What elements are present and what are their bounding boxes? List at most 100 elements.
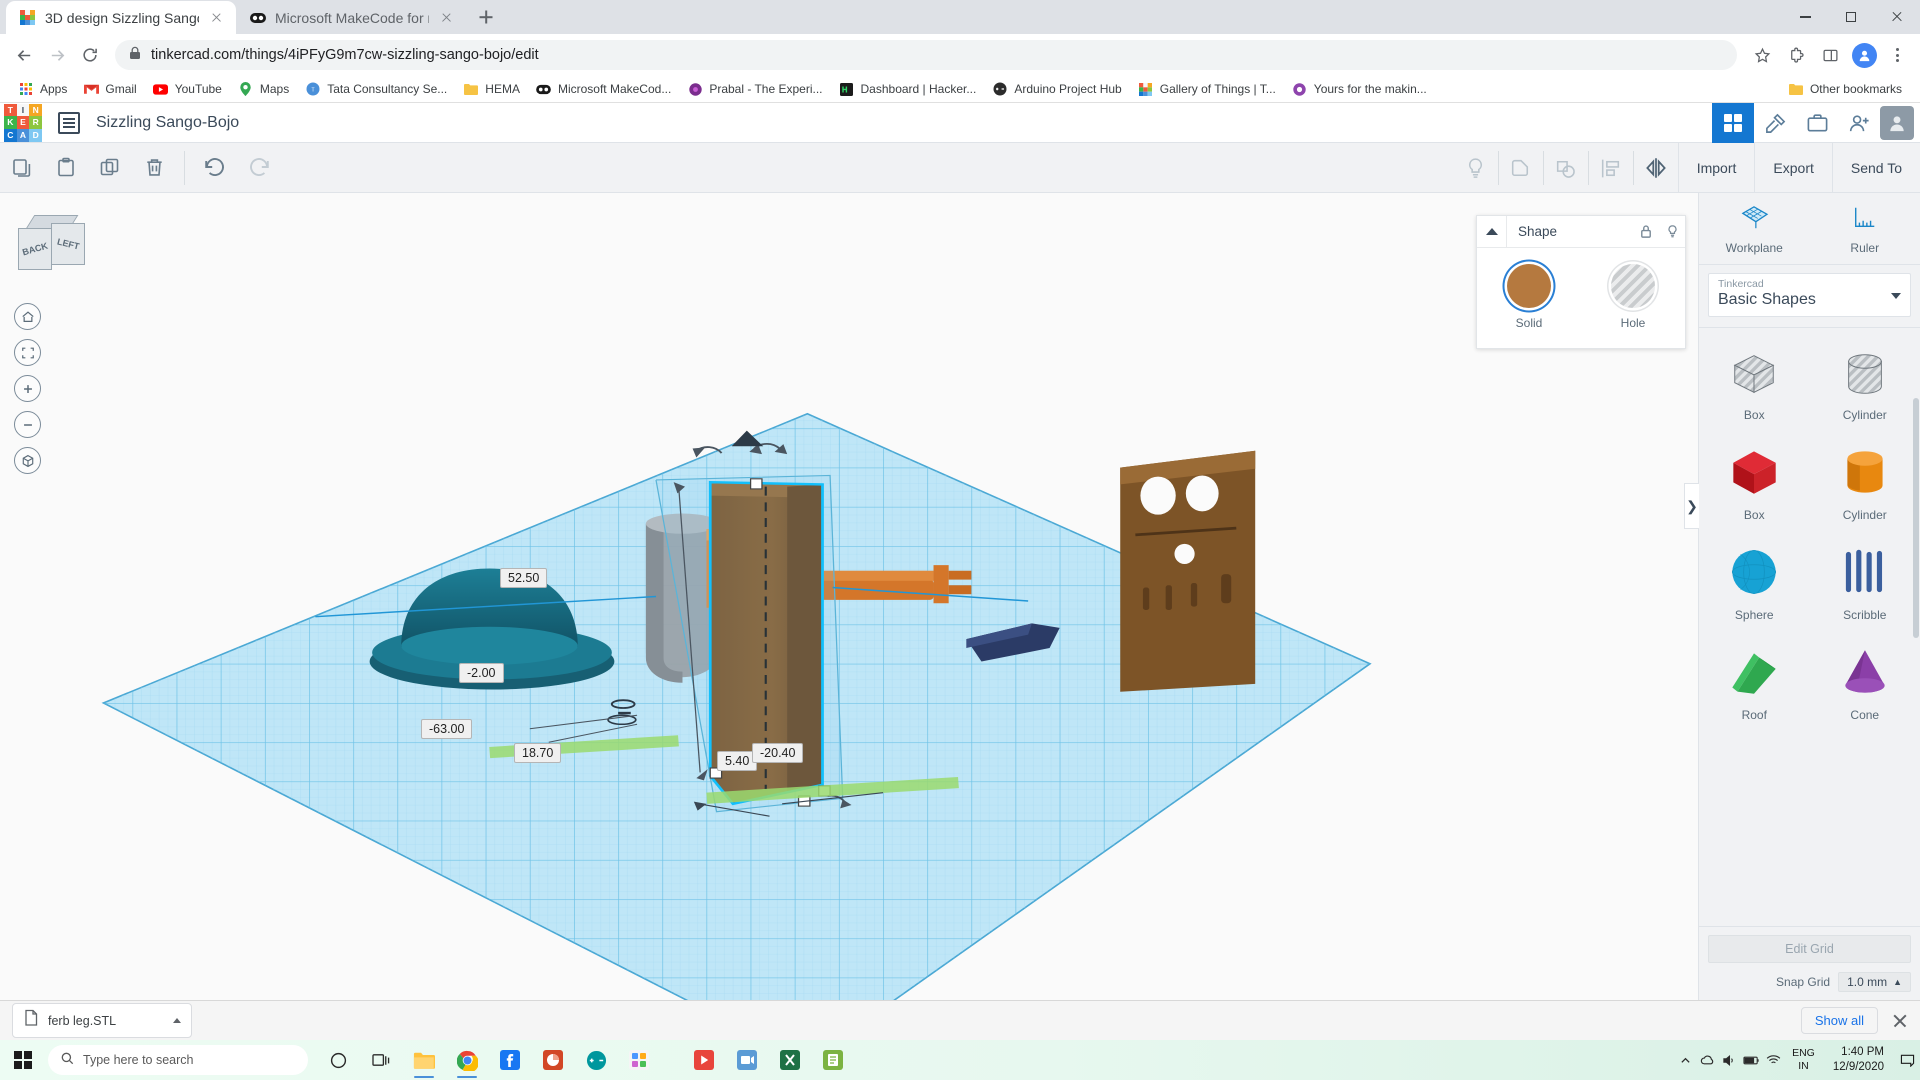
task-view-icon[interactable] [361,1040,401,1080]
taskbar-app-arduino[interactable] [576,1040,616,1080]
close-icon[interactable] [438,9,455,26]
align-icon[interactable] [1591,148,1631,188]
bookmark-gallery[interactable]: Gallery of Things | T... [1130,78,1284,100]
tinkercad-logo-icon[interactable]: T I N K E R C A D [4,103,42,142]
import-button[interactable]: Import [1677,143,1755,193]
nav-gallery-button[interactable] [1796,103,1838,143]
fit-view-icon[interactable] [14,339,41,366]
3d-canvas[interactable]: BACK LEFT 52.50 -2.00 -63.00 18.70 5.40 … [0,193,1698,1000]
taskbar-app-file-explorer[interactable] [404,1040,444,1080]
nav-designs-button[interactable] [1712,103,1754,143]
language-indicator[interactable]: ENG IN [1784,1047,1823,1073]
cortana-circle-icon[interactable] [318,1040,358,1080]
zoom-out-icon[interactable] [14,411,41,438]
ungroup-shapes-icon[interactable] [1546,148,1586,188]
mirror-icon[interactable] [1636,148,1676,188]
shape-item-box[interactable]: Box [1699,430,1810,530]
speaker-icon[interactable] [1718,1040,1740,1080]
close-window-button[interactable] [1874,0,1920,34]
maximize-button[interactable] [1828,0,1874,34]
library-selector[interactable]: Tinkercad Basic Shapes [1708,273,1911,317]
zoom-in-icon[interactable] [14,375,41,402]
taskbar-app-notes[interactable] [813,1040,853,1080]
browser-tab-1[interactable]: Microsoft MakeCode for micro:bi [236,1,466,34]
home-icon[interactable] [14,303,41,330]
dimension-label-1[interactable]: -2.00 [459,663,504,683]
snap-grid-selector[interactable]: 1.0 mm ▲ [1838,972,1911,992]
avatar[interactable] [1880,106,1914,140]
bookmark-hema[interactable]: HEMA [455,78,528,100]
sidebar-scrollbar[interactable] [1913,398,1919,638]
wifi-icon[interactable] [1762,1040,1784,1080]
bookmark-prabal[interactable]: Prabal - The Experi... [679,78,830,100]
show-all-downloads-button[interactable]: Show all [1800,1007,1878,1034]
split-screen-icon[interactable] [1815,40,1845,70]
redo-icon[interactable] [239,148,279,188]
lightbulb-icon[interactable] [1659,216,1685,248]
bookmark-arduino[interactable]: Arduino Project Hub [984,78,1129,100]
taskbar-app-video-editor[interactable] [727,1040,767,1080]
solid-swatch[interactable] [1507,264,1551,308]
trash-icon[interactable] [134,148,174,188]
chevron-up-icon[interactable] [173,1018,181,1023]
clock[interactable]: 1:40 PM 12/9/2020 [1823,1045,1894,1075]
shape-item-roof[interactable]: Roof [1699,630,1810,730]
shape-item-cylinder-hole[interactable]: Cylinder [1810,334,1920,430]
bookmark-gmail[interactable]: Gmail [75,78,144,100]
hole-option[interactable]: Hole [1581,264,1685,330]
bookmark-adafruit[interactable]: Yours for the makin... [1284,78,1435,100]
group-shapes-icon[interactable] [1501,148,1541,188]
minimize-button[interactable] [1782,0,1828,34]
cloud-icon[interactable] [1696,1040,1718,1080]
taskbar-app-excel-green[interactable] [770,1040,810,1080]
battery-icon[interactable] [1740,1040,1762,1080]
chevron-down-icon[interactable] [1891,293,1901,299]
nav-account-button[interactable] [1838,103,1880,143]
edit-grid-button[interactable]: Edit Grid [1708,935,1911,963]
dimension-label-2[interactable]: -63.00 [421,719,473,739]
lightbulb-icon[interactable] [1456,148,1496,188]
url-bar[interactable]: tinkercad.com/things/4iPFyG9m7cw-sizzlin… [115,40,1737,70]
paste-icon[interactable] [46,148,86,188]
chevron-up-icon[interactable] [1674,1040,1696,1080]
cube-view-icon[interactable] [14,447,41,474]
shape-item-cylinder[interactable]: Cylinder [1810,430,1920,530]
shape-item-scribble[interactable]: Scribble [1810,530,1920,630]
export-button[interactable]: Export [1754,143,1831,193]
dimension-label-5[interactable]: -20.40 [752,743,804,763]
extensions-icon[interactable] [1781,40,1811,70]
profile-avatar[interactable] [1849,40,1879,70]
bookmark-hackster[interactable]: Dashboard | Hacker... [831,78,985,100]
taskbar-app-scratch[interactable] [619,1040,659,1080]
chevron-right-icon[interactable]: ❯ [1684,483,1699,529]
bookmark-youtube[interactable]: YouTube [145,78,230,100]
taskbar-app-facebook[interactable] [490,1040,530,1080]
send-to-button[interactable]: Send To [1831,143,1920,193]
chrome-menu-button[interactable] [1883,41,1911,69]
download-item[interactable]: ferb leg.STL [12,1003,192,1038]
project-menu-icon[interactable] [58,111,80,134]
new-tab-button[interactable] [472,3,500,31]
sidebar-item-workplane[interactable]: Workplane [1699,193,1810,264]
notification-icon[interactable] [1894,1040,1920,1080]
view-cube[interactable]: BACK LEFT [18,215,88,277]
solid-option[interactable]: Solid [1477,264,1581,330]
nav-codeblocks-button[interactable] [1754,103,1796,143]
view-cube-back-face[interactable]: BACK [18,228,52,270]
duplicate-icon[interactable] [90,148,130,188]
taskbar-app-screen-recorder[interactable] [684,1040,724,1080]
taskbar-app-powerpoint[interactable] [533,1040,573,1080]
shape-item-sphere[interactable]: Sphere [1699,530,1810,630]
forward-button[interactable] [42,40,72,70]
hole-swatch[interactable] [1611,264,1655,308]
bookmark-makecode[interactable]: Microsoft MakeCod... [528,78,679,100]
dimension-label-3[interactable]: 18.70 [514,743,562,763]
shape-item-box-hole[interactable]: Box [1699,334,1810,430]
shape-item-cone[interactable]: Cone [1810,630,1920,730]
bookmark-star-icon[interactable] [1747,40,1777,70]
bookmark-apps[interactable]: Apps [10,78,75,100]
close-icon[interactable] [1892,1013,1908,1029]
taskbar-app-chrome[interactable] [447,1040,487,1080]
back-button[interactable] [9,40,39,70]
search-input[interactable]: Type here to search [48,1045,308,1075]
